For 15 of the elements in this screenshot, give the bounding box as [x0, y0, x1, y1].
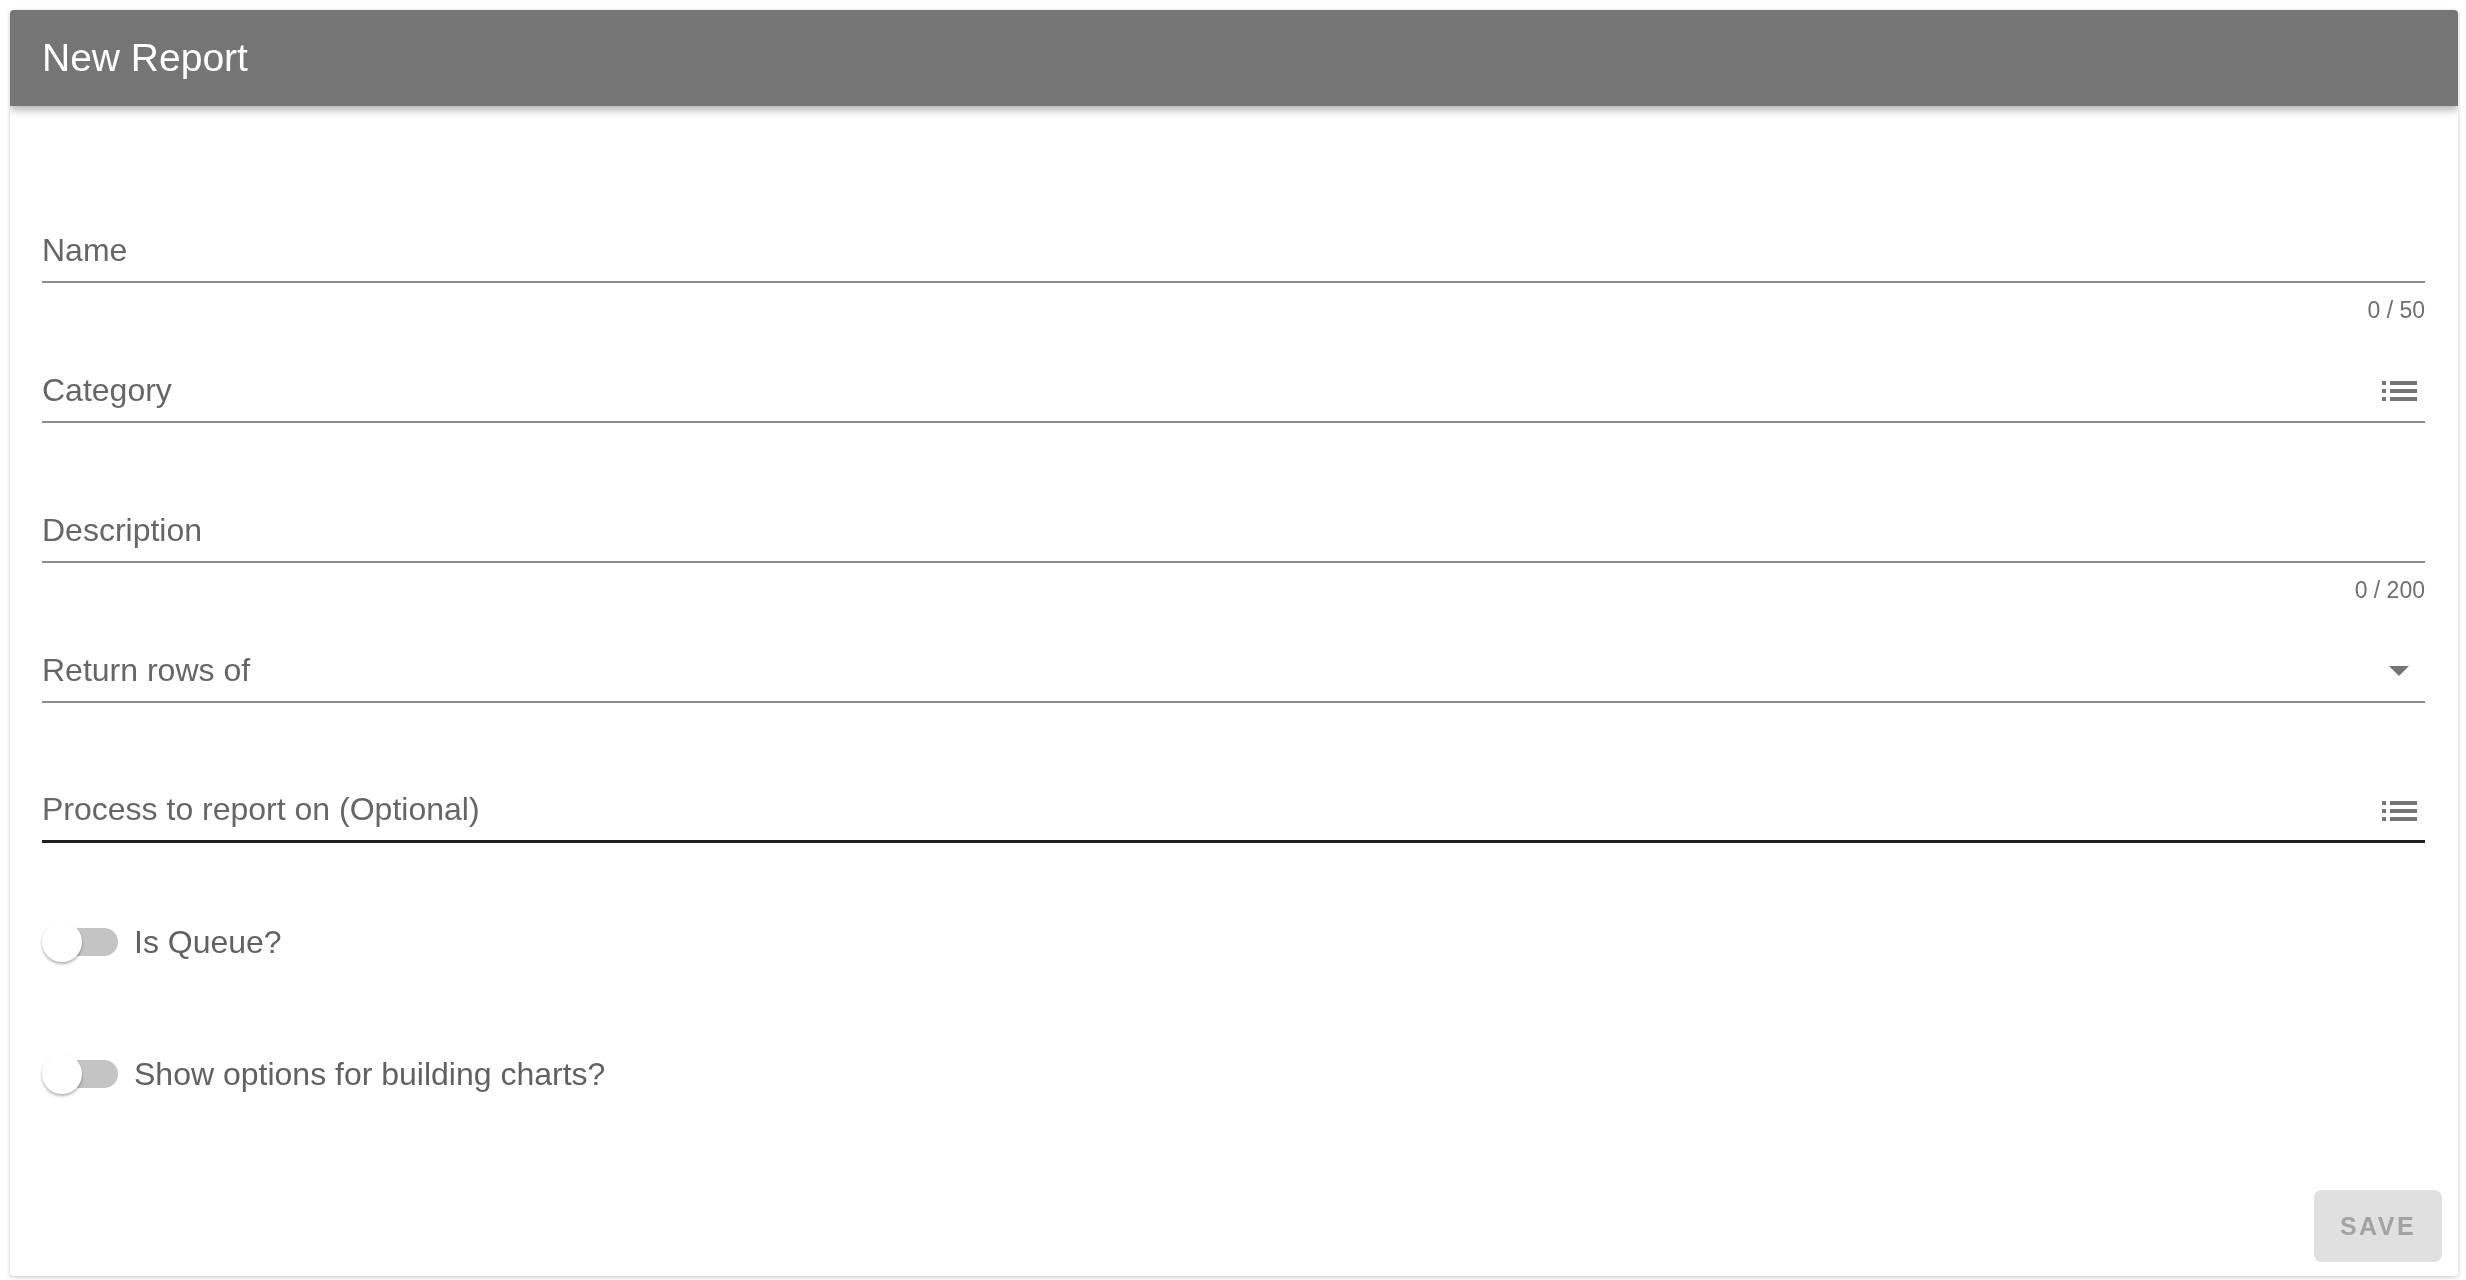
toggle-switch[interactable]: [42, 1053, 118, 1095]
caret-icon[interactable]: [2389, 666, 2409, 676]
list-icon[interactable]: [2382, 801, 2417, 821]
lookup-field[interactable]: Category: [42, 359, 2425, 423]
dropdown-field[interactable]: Return rows of: [42, 639, 2425, 703]
toggle-label: Is Queue?: [134, 923, 282, 961]
lookup-field[interactable]: Process to report on (Optional): [42, 779, 2425, 843]
text-field[interactable]: Description: [42, 499, 2425, 563]
toggle-switch[interactable]: [42, 921, 118, 963]
character-counter: 0 / 200: [2354, 579, 2425, 602]
toggle-label: Show options for building charts?: [134, 1055, 606, 1093]
text-field[interactable]: Name: [42, 219, 2425, 283]
list-icon[interactable]: [2382, 381, 2417, 401]
character-counter: 0 / 50: [2367, 299, 2425, 322]
dialog-title: New Report: [42, 36, 248, 80]
